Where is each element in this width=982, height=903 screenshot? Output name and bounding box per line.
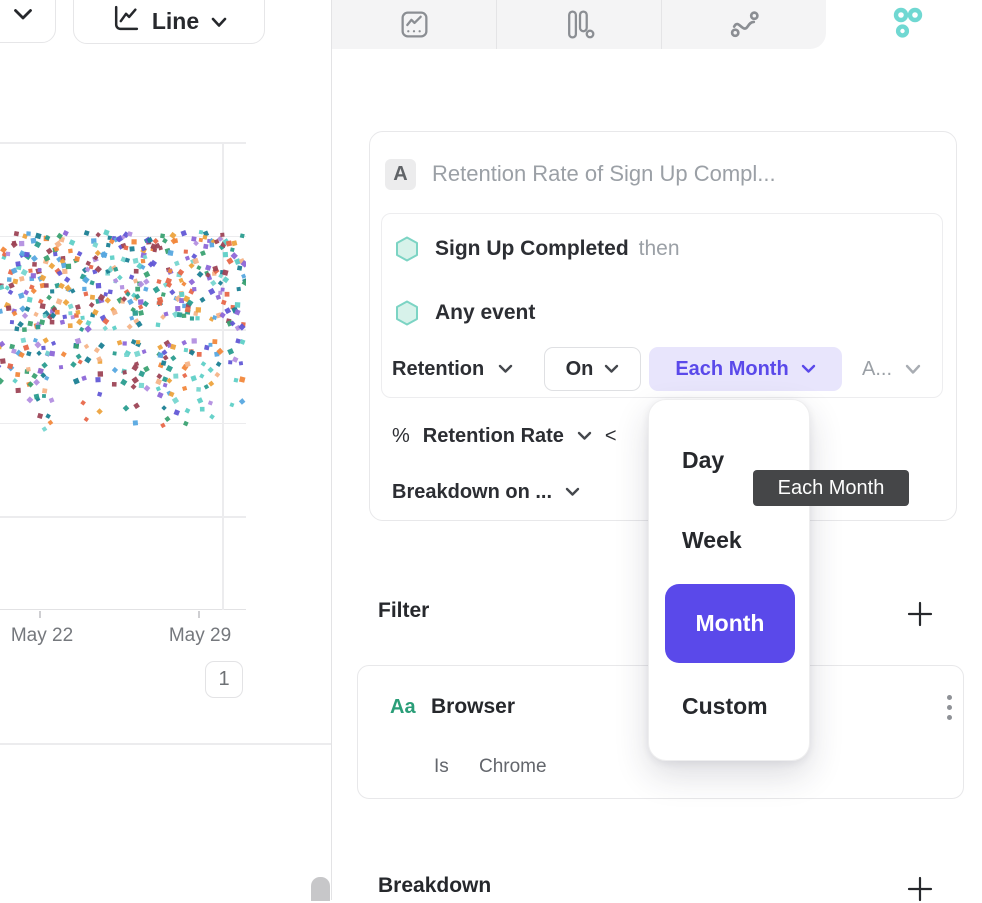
divider bbox=[0, 743, 331, 745]
measure-dropdown[interactable]: % Retention Rate < bbox=[392, 420, 617, 452]
menu-item-week[interactable]: Week bbox=[682, 518, 742, 562]
query-badge: A bbox=[385, 159, 416, 190]
measure-label: Retention Rate bbox=[423, 425, 564, 448]
bar-chart-icon bbox=[563, 8, 596, 41]
scatter-dots-icon bbox=[889, 6, 925, 44]
interval-menu: Day Week Month Custom bbox=[648, 399, 810, 761]
add-breakdown-icon[interactable] bbox=[906, 875, 934, 903]
event-hexagon-icon bbox=[395, 236, 419, 262]
chevron-down-icon bbox=[565, 487, 580, 497]
retention-definition-box: Sign Up Completed then Any event Retenti… bbox=[381, 213, 943, 398]
interval-label: Each Month bbox=[675, 358, 788, 381]
event-suffix: then bbox=[639, 237, 680, 261]
breakdown-on-label: Breakdown on ... bbox=[392, 481, 552, 504]
metric-chart-icon bbox=[398, 8, 431, 41]
x-tick-label: May 22 bbox=[0, 625, 87, 647]
flow-chart-icon bbox=[728, 8, 761, 41]
scatter-plot[interactable]: May 22 May 29 bbox=[0, 142, 246, 610]
chart-type-button[interactable]: Line bbox=[73, 0, 265, 44]
filter-section-title: Filter bbox=[378, 599, 429, 623]
menu-item-day[interactable]: Day bbox=[682, 438, 724, 482]
filter-operator[interactable]: Is bbox=[434, 756, 449, 778]
chevron-down-icon bbox=[905, 364, 921, 375]
chevron-down-icon bbox=[604, 364, 619, 374]
event-hexagon-icon bbox=[395, 300, 419, 326]
chevron-down-icon bbox=[801, 364, 816, 374]
tab-scatter-chart[interactable] bbox=[872, 4, 942, 46]
breakdown-on-dropdown[interactable]: Breakdown on ... bbox=[392, 476, 580, 508]
line-chart-icon bbox=[111, 5, 140, 34]
chevron-down-icon bbox=[498, 364, 513, 374]
event-name[interactable]: Sign Up Completed bbox=[435, 237, 629, 261]
filter-menu-kebab-icon[interactable] bbox=[945, 695, 953, 720]
measure-trailing-text: < bbox=[605, 425, 617, 448]
interval-tooltip: Each Month bbox=[753, 470, 909, 506]
event-row[interactable]: Sign Up Completed then bbox=[395, 234, 680, 264]
pagination-page-button[interactable]: 1 bbox=[205, 661, 243, 698]
event-name[interactable]: Any event bbox=[435, 301, 535, 325]
window-dropdown[interactable]: On bbox=[544, 347, 641, 391]
menu-item-custom[interactable]: Custom bbox=[682, 684, 768, 728]
metric-dropdown[interactable]: Retention bbox=[392, 346, 513, 392]
filter-value[interactable]: Chrome bbox=[479, 756, 547, 778]
menu-item-month-selected[interactable]: Month bbox=[665, 584, 795, 663]
percent-symbol: % bbox=[392, 425, 410, 448]
chevron-down-icon bbox=[577, 431, 592, 441]
event-row[interactable]: Any event bbox=[395, 298, 535, 328]
x-axis-tick bbox=[198, 611, 200, 618]
chart-type-label: Line bbox=[152, 8, 199, 34]
window-label: On bbox=[566, 358, 594, 381]
scatter-points-canvas bbox=[0, 142, 246, 610]
users-label: A... bbox=[862, 358, 892, 381]
retention-controls-row: Retention On Each Month A... bbox=[382, 346, 942, 392]
tab-metric-chart[interactable] bbox=[332, 0, 496, 49]
x-axis-tick bbox=[39, 611, 41, 618]
query-title[interactable]: Retention Rate of Sign Up Compl... bbox=[432, 161, 776, 187]
breakdown-section-title: Breakdown bbox=[378, 874, 491, 898]
tab-bar-chart[interactable] bbox=[496, 0, 661, 49]
users-dropdown[interactable]: A... bbox=[862, 346, 921, 392]
settings-pane: A Retention Rate of Sign Up Compl... Sig… bbox=[332, 0, 982, 900]
property-type-icon: Aa bbox=[390, 696, 416, 719]
chevron-down-icon bbox=[211, 17, 227, 28]
chart-pane: Line May 22 May 29 1 bbox=[0, 0, 331, 900]
add-filter-icon[interactable] bbox=[906, 600, 934, 628]
series-dropdown-button[interactable] bbox=[0, 0, 56, 43]
scrollbar-thumb[interactable] bbox=[311, 877, 330, 901]
chevron-down-icon bbox=[13, 8, 33, 21]
tab-flow-chart[interactable] bbox=[661, 0, 826, 49]
metric-label: Retention bbox=[392, 358, 484, 381]
x-tick-label: May 29 bbox=[155, 625, 245, 647]
chart-type-tabbar bbox=[332, 0, 826, 49]
interval-dropdown[interactable]: Each Month bbox=[649, 347, 842, 391]
filter-property[interactable]: Browser bbox=[431, 695, 515, 719]
